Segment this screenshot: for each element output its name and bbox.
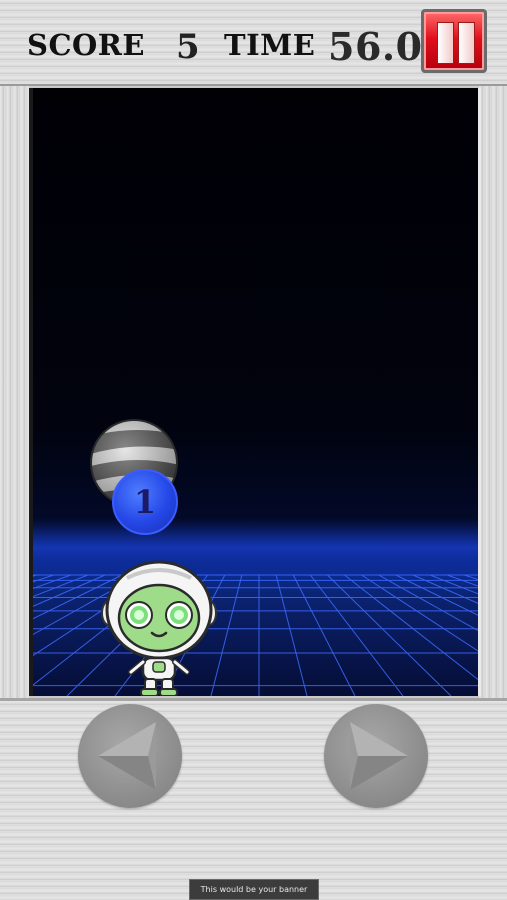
hud-bar: SCORE 5 TIME 56.0: [0, 0, 507, 86]
score-value: 5: [176, 27, 201, 67]
control-panel: [0, 698, 507, 900]
pause-button[interactable]: [421, 9, 487, 73]
right-frame-rail: [479, 86, 507, 698]
right-arrow-icon: [350, 722, 408, 790]
move-right-button[interactable]: [324, 704, 428, 808]
time-value: 56.0: [328, 24, 423, 69]
coin-number: 1: [133, 483, 157, 521]
game-playfield[interactable]: 1: [29, 88, 481, 696]
move-left-button[interactable]: [78, 704, 182, 808]
score-label: SCORE: [27, 28, 145, 62]
left-arrow-icon: [98, 722, 156, 790]
robot-player-sprite: [101, 560, 217, 696]
ad-banner[interactable]: This would be your banner: [189, 879, 319, 900]
number-coin: 1: [112, 469, 178, 535]
banner-text: This would be your banner: [200, 885, 308, 894]
time-label: TIME: [224, 28, 316, 62]
left-frame-rail: [0, 86, 29, 698]
